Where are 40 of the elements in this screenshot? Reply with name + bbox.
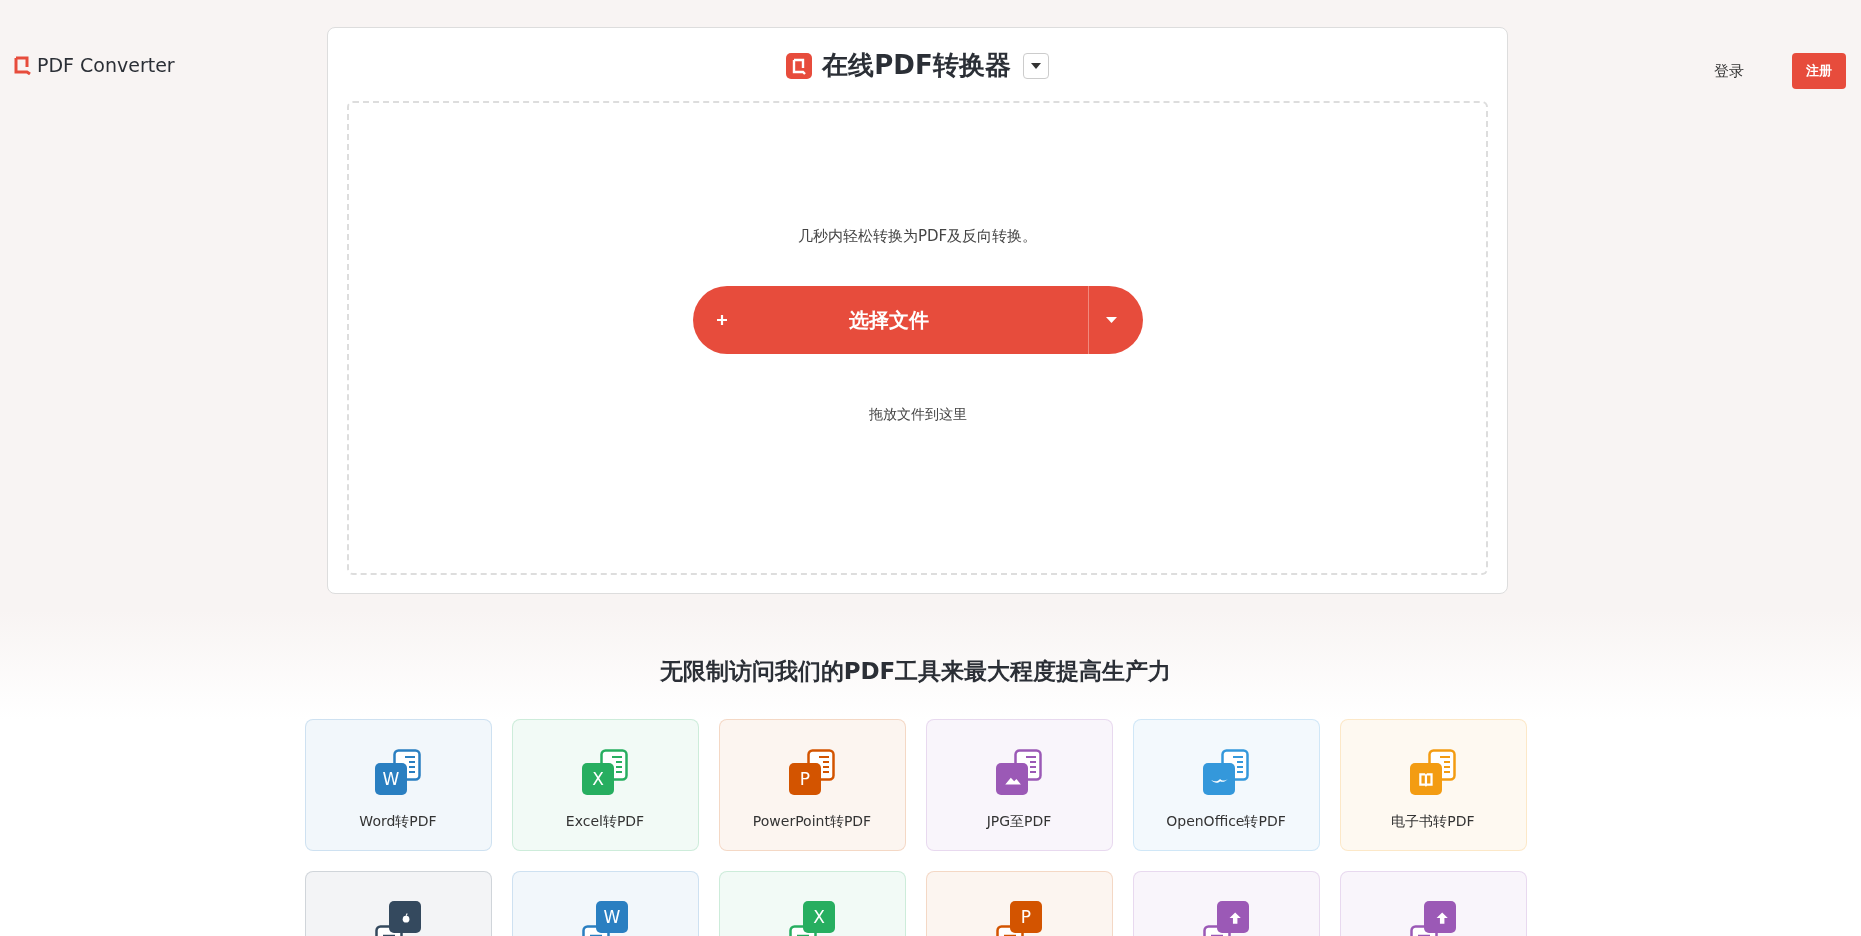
apple-tile-icon: [389, 901, 421, 933]
tool-label: JPG至PDF: [986, 813, 1052, 831]
tool-label: Word转PDF: [359, 813, 437, 831]
register-button[interactable]: 注册: [1792, 53, 1846, 89]
brand-name[interactable]: PDF Converter: [37, 54, 175, 76]
login-link[interactable]: 登录: [1714, 61, 1744, 81]
arrow-tile-icon: [1217, 901, 1249, 933]
file-type-tile: P: [1010, 901, 1042, 933]
tool-label: PowerPoint转PDF: [752, 813, 872, 831]
tool-card[interactable]: W: [511, 871, 699, 936]
file-type-tile: W: [596, 901, 628, 933]
caret-icon: [1106, 317, 1117, 323]
bird-tile-icon: [1203, 763, 1235, 795]
tool-label: Excel转PDF: [565, 813, 645, 831]
tool-card[interactable]: X Excel转PDF: [511, 719, 699, 851]
plus-icon: [716, 315, 727, 325]
arrow-tile-icon: [1424, 901, 1456, 933]
file-type-tile: X: [803, 901, 835, 933]
tool-label: OpenOffice转PDF: [1166, 813, 1286, 831]
tool-label: 电子书转PDF: [1391, 813, 1475, 831]
tool-card[interactable]: OpenOffice转PDF: [1132, 719, 1320, 851]
tool-card[interactable]: W Word转PDF: [304, 719, 492, 851]
tool-card[interactable]: 电子书转PDF: [1339, 719, 1527, 851]
section-heading: 无限制访问我们的PDF工具来最大程度提高生产力: [659, 657, 1172, 686]
file-type-tile: X: [582, 763, 614, 795]
image-tile-icon: [996, 763, 1028, 795]
tool-card[interactable]: P: [925, 871, 1113, 936]
dropdown-button[interactable]: [1022, 52, 1049, 79]
drop-zone[interactable]: 几秒内轻松转换为PDF及反向转换。 选择文件 拖放文件到这里: [347, 101, 1488, 575]
page-title: 在线PDF转换器: [822, 49, 1011, 82]
subtitle: 几秒内轻松转换为PDF及反向转换。: [797, 227, 1038, 246]
drop-hint: 拖放文件到这里: [868, 406, 967, 424]
file-type-tile: P: [789, 763, 821, 795]
logo-icon: [786, 52, 813, 79]
tool-card[interactable]: JPG至PDF: [925, 719, 1113, 851]
file-type-tile: W: [375, 763, 407, 795]
logo-icon: [14, 55, 31, 75]
caret-icon: [1030, 62, 1041, 69]
tool-card[interactable]: P PowerPoint转PDF: [718, 719, 906, 851]
book-tile-icon: [1410, 763, 1442, 795]
